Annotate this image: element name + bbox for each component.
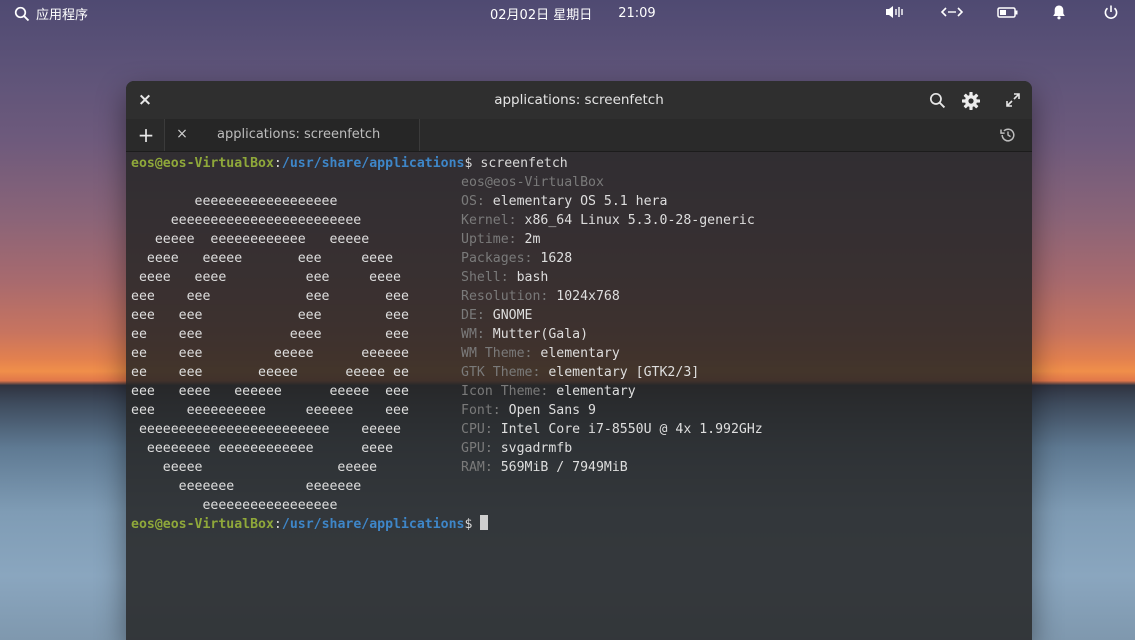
logo-line: eee eeeeeeeeee eeeeee eee — [131, 403, 409, 418]
tab-applications[interactable]: × applications: screenfetch — [164, 119, 420, 151]
search-icon — [14, 6, 30, 22]
logo-line: eee eeee eeeeee eeeee eee — [131, 384, 409, 399]
applications-label: 应用程序 — [36, 8, 89, 23]
time-label: 21:09 — [618, 6, 656, 21]
history-button[interactable] — [999, 126, 1017, 144]
terminal-output[interactable]: eos@eos-VirtualBox:/usr/share/applicatio… — [126, 152, 1032, 640]
info-line-shell: Shell: bash — [461, 270, 549, 285]
logo-line: eeee eeeee eee eeee — [131, 251, 409, 266]
network-icon[interactable] — [940, 4, 964, 20]
expand-icon — [1005, 92, 1021, 108]
logo-line: ee eee eeee eee — [131, 327, 409, 342]
prompt-path: /usr/share/applications — [281, 517, 465, 532]
prompt-user: eos@eos-VirtualBox — [131, 156, 274, 171]
top-panel: 应用程序 02月02日 星期日 21:09 — [0, 0, 1135, 26]
info-line-host: eos@eos-VirtualBox — [461, 175, 604, 190]
info-line-uptime: Uptime: 2m — [461, 232, 541, 247]
info-line-icon-theme: Icon Theme: elementary — [461, 384, 636, 399]
info-line-gpu: GPU: svgadrmfb — [461, 441, 573, 456]
power-icon[interactable] — [1103, 4, 1119, 20]
close-icon: × — [176, 126, 188, 142]
info-line-cpu: CPU: Intel Core i7-8550U @ 4x 1.992GHz — [461, 422, 763, 437]
logo-line: eeeeeee eeeeeee — [131, 479, 409, 494]
gear-icon — [961, 91, 981, 111]
new-tab-button[interactable]: + — [136, 123, 156, 147]
info-line-os: OS: elementary OS 5.1 hera — [461, 194, 668, 209]
search-button[interactable] — [928, 91, 946, 109]
logo-line: eee eee eee eee — [131, 308, 409, 323]
terminal-window: × applications: screenfetch + × applicat… — [126, 81, 1032, 640]
logo-line: eeeee eeeeeeeeeeee eeeee — [131, 232, 394, 247]
info-line-resolution: Resolution: 1024x768 — [461, 289, 620, 304]
logo-line: eeeee eeeee — [131, 460, 409, 475]
tab-label: applications: screenfetch — [217, 127, 381, 142]
date-label: 02月02日 星期日 — [490, 8, 593, 23]
history-icon — [999, 126, 1017, 144]
logo-line: eee eee eee eee — [131, 289, 409, 304]
info-line-wm-theme: WM Theme: elementary — [461, 346, 620, 361]
battery-icon[interactable] — [997, 4, 1019, 20]
prompt-user: eos@eos-VirtualBox — [131, 517, 274, 532]
settings-button[interactable] — [960, 90, 982, 112]
window-title: applications: screenfetch — [494, 92, 664, 108]
logo-line: eeee eeee eee eeee — [131, 270, 409, 285]
logo-line: eeeeeeeeeeeeeeeee — [131, 498, 409, 513]
logo-line — [131, 173, 401, 192]
logo-line: eeeeeeeeeeeeeeeeeeeeeeee — [131, 213, 401, 228]
datetime-indicator[interactable]: 02月02日 星期日 21:09 — [490, 4, 656, 23]
info-line-wm: WM: Mutter(Gala) — [461, 327, 589, 342]
plus-icon: + — [137, 123, 155, 147]
command-text: screenfetch — [472, 156, 568, 171]
fullscreen-button[interactable] — [1004, 91, 1022, 109]
search-icon — [929, 92, 946, 109]
info-line-kernel: Kernel: x86_64 Linux 5.3.0-28-generic — [461, 213, 755, 228]
info-line-de: DE: GNOME — [461, 308, 533, 323]
bell-icon[interactable] — [1051, 4, 1067, 20]
prompt-path: /usr/share/applications — [281, 156, 465, 171]
info-line-ram: RAM: 569MiB / 7949MiB — [461, 460, 628, 475]
logo-line: eeeeeeeeeeeeeeeeeeeeeeee eeeee — [131, 422, 409, 437]
logo-line: ee eee eeeee eeeeee — [131, 346, 409, 361]
tab-bar: + × applications: screenfetch — [126, 119, 1032, 152]
close-tab-button[interactable]: × — [175, 126, 189, 142]
logo-line: eeeeeeee eeeeeeeeeeee eeee — [131, 441, 409, 456]
logo-line: ee eee eeeee eeeee ee — [131, 365, 409, 380]
text-cursor — [480, 515, 489, 530]
logo-line: eeeeeeeeeeeeeeeeee — [131, 194, 401, 209]
info-line-font: Font: Open Sans 9 — [461, 403, 596, 418]
window-titlebar[interactable]: × applications: screenfetch — [126, 81, 1032, 120]
applications-menu[interactable]: 应用程序 — [14, 4, 88, 23]
prompt-line: eos@eos-VirtualBox:/usr/share/applicatio… — [131, 156, 568, 171]
prompt-line: eos@eos-VirtualBox:/usr/share/applicatio… — [131, 515, 489, 534]
volume-icon[interactable] — [884, 4, 906, 20]
info-line-gtk-theme: GTK Theme: elementary [GTK2/3] — [461, 365, 700, 380]
info-line-packages: Packages: 1628 — [461, 251, 573, 266]
